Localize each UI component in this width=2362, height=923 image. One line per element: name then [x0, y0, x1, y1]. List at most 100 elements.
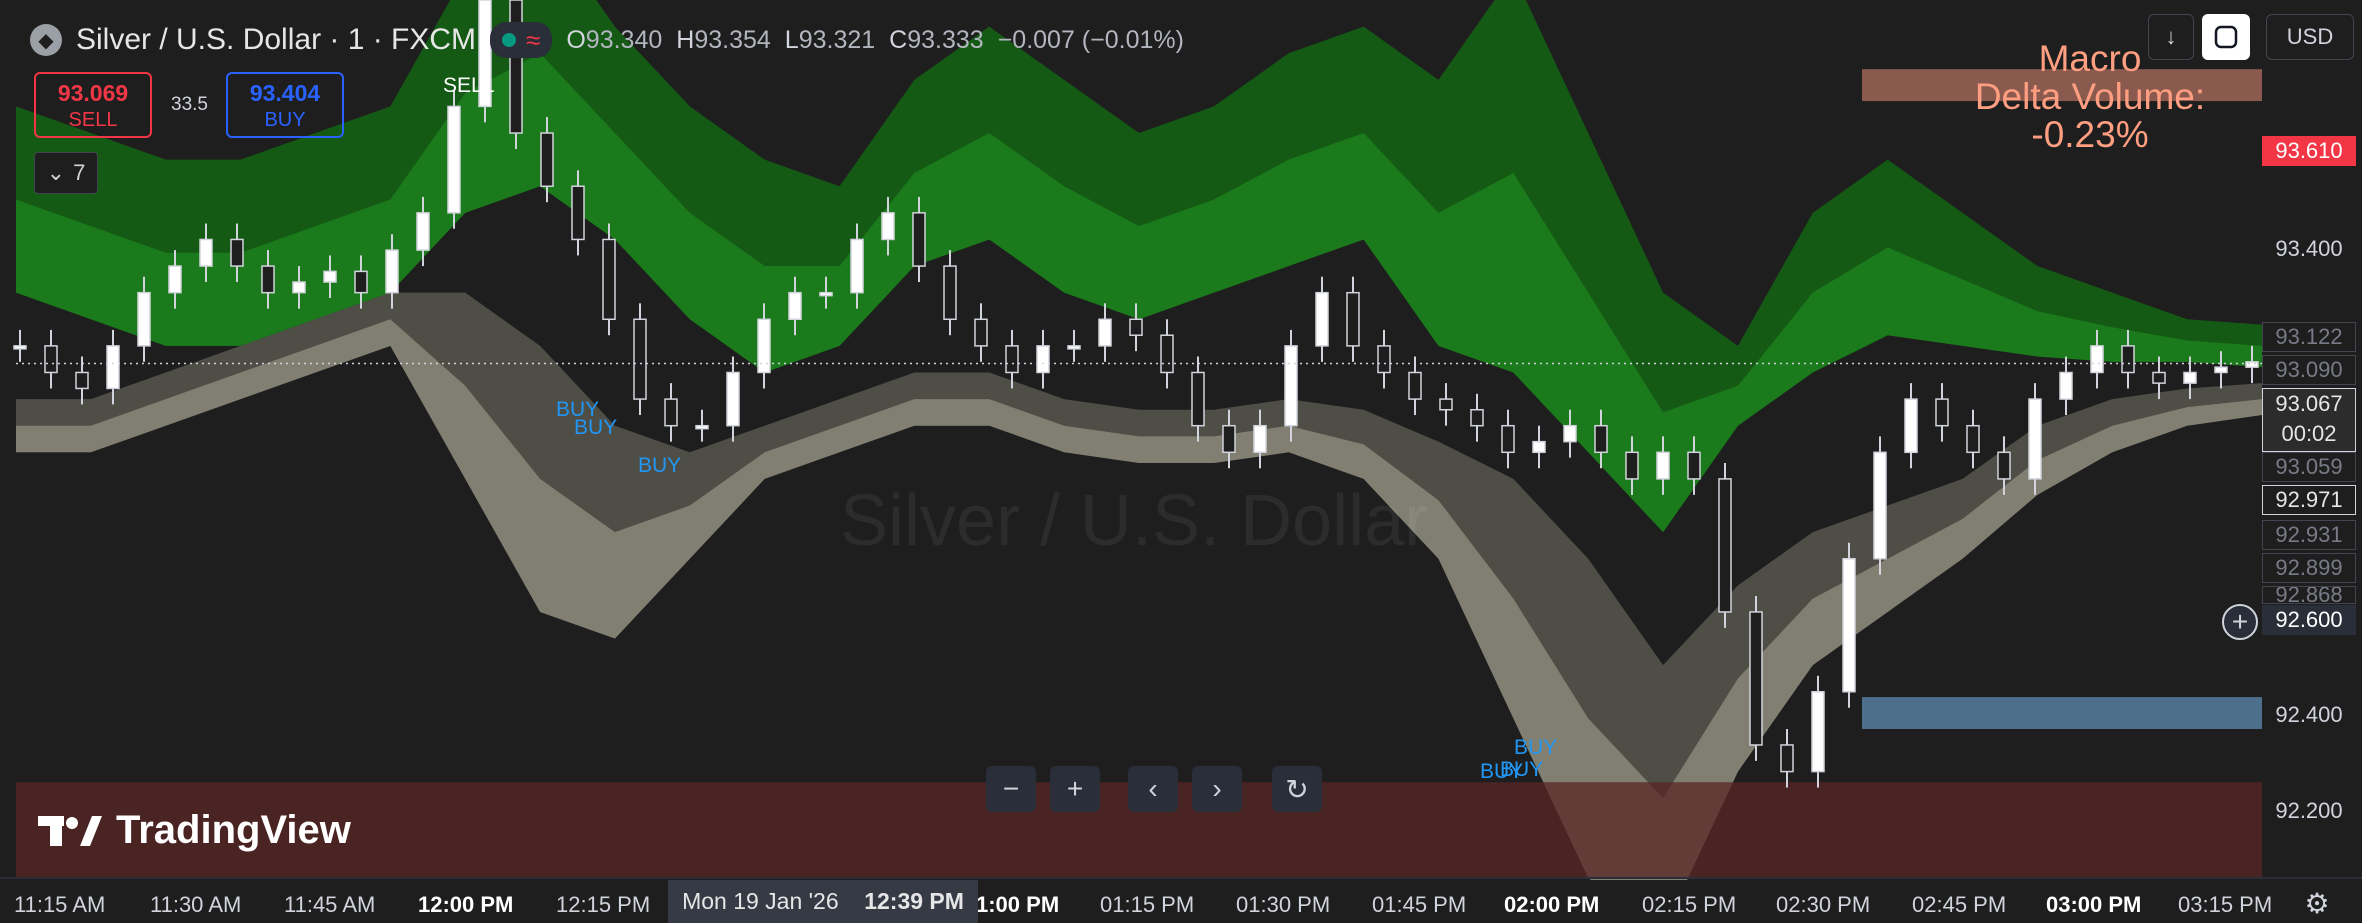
price-change: −0.007 (−0.01%)	[997, 25, 1184, 54]
signal-sell: SELL	[443, 74, 495, 97]
candle-body	[44, 345, 58, 374]
symbol-title[interactable]: Silver / U.S. Dollar · 1 · FXCM	[76, 23, 476, 57]
candle-body	[230, 238, 244, 267]
candle-body	[13, 345, 27, 350]
candle-body	[1253, 424, 1267, 454]
candle-body	[602, 238, 616, 321]
buy-button[interactable]: 93.404 BUY	[226, 72, 344, 138]
tradingview-brand[interactable]: TradingView	[38, 808, 351, 853]
candle-body	[1036, 345, 1050, 374]
candle-body	[1191, 371, 1205, 427]
candle-body	[540, 132, 554, 187]
level-label: 92.931	[2262, 520, 2356, 550]
candle-body	[1842, 557, 1856, 693]
candle-body	[1594, 424, 1608, 454]
candle-body	[106, 345, 120, 390]
candle-body	[137, 291, 151, 347]
top-red-level: 93.610	[2262, 136, 2356, 166]
scroll-right-button[interactable]: ›	[1192, 766, 1242, 812]
candle-body	[2214, 366, 2228, 374]
candle-body	[695, 424, 709, 430]
time-label: 11:15 AM	[14, 892, 106, 917]
sell-button[interactable]: 93.069 SELL	[34, 72, 152, 138]
signal-buy: BUY	[574, 416, 618, 439]
candle-body	[633, 318, 647, 400]
time-label: 01:30 PM	[1236, 892, 1331, 917]
add-alert-button[interactable]: +	[2222, 604, 2258, 640]
candle-body	[2152, 371, 2166, 384]
brand-name: TradingView	[116, 808, 351, 852]
candle-body	[1439, 398, 1453, 411]
signal-buy: BUY	[1500, 758, 1544, 781]
candle-body	[1501, 424, 1515, 454]
level-label: 93.059	[2262, 452, 2356, 482]
scroll-left-button[interactable]: ‹	[1128, 766, 1178, 812]
zoom-out-button[interactable]: −	[986, 766, 1036, 812]
bar-countdown: 00:02	[2281, 421, 2337, 446]
reset-icon: ↻	[1285, 773, 1309, 805]
sell-price: 93.069	[57, 80, 129, 106]
candle-body	[416, 212, 430, 251]
level-label: 93.090	[2262, 355, 2356, 385]
candle-body	[1656, 451, 1670, 480]
chart-window: Silver / U.S. Dollar ◆ Silver / U.S. Dol…	[0, 0, 2362, 923]
candle-body	[168, 265, 182, 294]
candle-body	[1687, 451, 1701, 480]
time-label: 12:15 PM	[556, 892, 651, 917]
time-label: 03:00 PM	[2046, 892, 2142, 917]
candle-body	[1718, 478, 1732, 613]
wave-icon: ≈	[526, 25, 541, 55]
buy-price: 93.404	[249, 80, 321, 106]
signal-buy: BUY	[1514, 736, 1558, 759]
candle-body	[323, 270, 337, 283]
price-label: 92.400	[2275, 702, 2343, 727]
candle-body	[1408, 371, 1422, 400]
ohlc-high-label: H	[676, 25, 695, 54]
candle-body	[1873, 451, 1887, 560]
time-label: 01:45 PM	[1372, 892, 1467, 917]
cursor-time: 12:39 PM	[864, 888, 964, 914]
boxed-level: 92.971	[2262, 485, 2356, 515]
ohlc-low: 93.321	[798, 25, 876, 54]
level-label: 93.122	[2262, 322, 2356, 352]
plus-circle-icon: +	[2231, 606, 2249, 637]
candle-body	[2028, 398, 2042, 480]
candle-body	[1625, 451, 1639, 480]
candle-body	[912, 212, 926, 267]
time-label: 01:15 PM	[1100, 892, 1195, 917]
chevron-left-icon: ‹	[1148, 773, 1158, 804]
candle-body	[1129, 318, 1143, 336]
time-axis[interactable]: 11:15 AM 11:30 AM 11:45 AM 12:00 PM 12:1…	[0, 880, 2272, 923]
candle-body	[261, 265, 275, 294]
candle-body	[2090, 345, 2104, 374]
candle-body	[1284, 345, 1298, 427]
candle-body	[881, 212, 895, 241]
macro-line1: Macro	[2038, 38, 2142, 79]
time-cursor-label: Mon 19 Jan '26 12:39 PM	[668, 880, 978, 923]
level-label: 92.868	[2262, 586, 2356, 604]
chevron-right-icon: ›	[1212, 773, 1222, 804]
candle-body	[1563, 424, 1577, 443]
silver-coin-icon: ◆	[30, 24, 62, 56]
settings-gear-icon[interactable]: ⚙	[2300, 886, 2334, 920]
candle-body	[447, 105, 461, 214]
reset-chart-button[interactable]: ↻	[1272, 766, 1322, 812]
ohlc-open-label: O	[566, 25, 586, 54]
level-label: 92.899	[2262, 553, 2356, 583]
indicators-toggle-button[interactable]: ⌄ 7	[34, 152, 98, 194]
price-label: 93.400	[2275, 236, 2343, 261]
ohlc-values: O93.340 H93.354 L93.321 C93.333 −0.007 (…	[566, 26, 1184, 55]
zoom-in-button[interactable]: +	[1050, 766, 1100, 812]
market-status[interactable]: ≈	[490, 22, 553, 58]
candle-body	[1935, 398, 1949, 427]
sell-label: SELL	[68, 109, 118, 131]
candle-body	[788, 291, 802, 321]
candle-body	[75, 371, 89, 390]
market-open-dot-icon	[502, 33, 517, 47]
candle-body	[354, 270, 368, 294]
time-label: 02:00 PM	[1504, 892, 1600, 917]
candle-body	[1098, 318, 1112, 347]
ohlc-close: 93.333	[907, 25, 984, 54]
time-label: 11:45 AM	[284, 892, 376, 917]
ohlc-open: 93.340	[585, 25, 663, 54]
